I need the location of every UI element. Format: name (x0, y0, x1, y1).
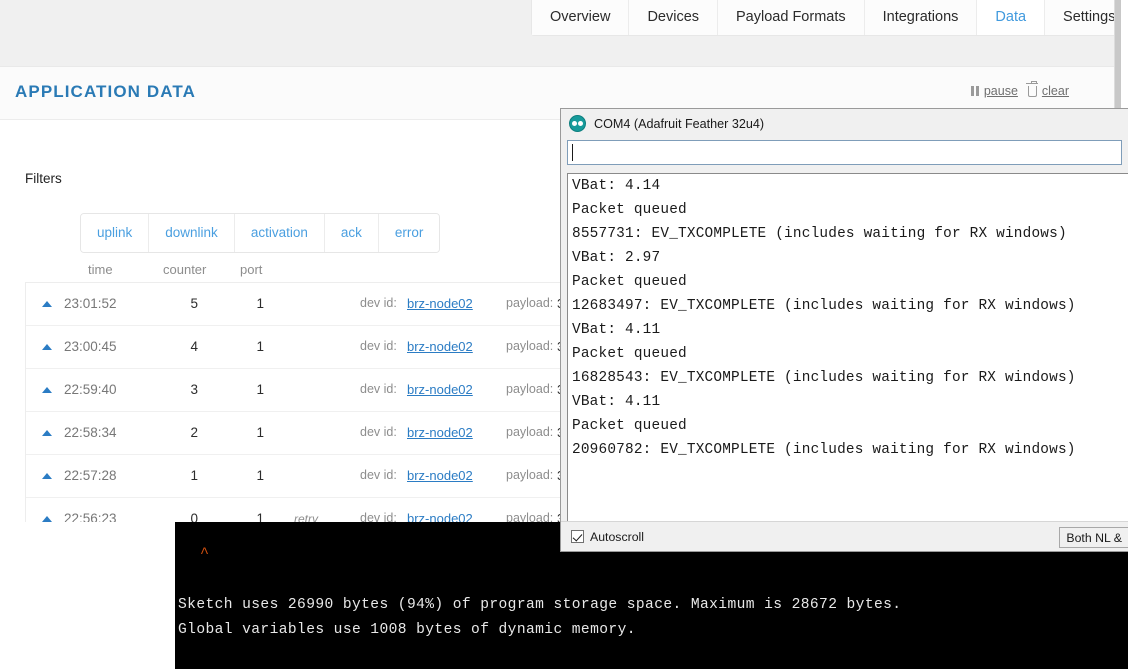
panel-actions: pause clear (970, 80, 1069, 98)
dev-id-label: dev id: (360, 468, 397, 482)
payload-label: payload: (506, 296, 554, 310)
serial-output-line: 8557731: EV_TXCOMPLETE (includes waiting… (572, 226, 1067, 242)
dev-id-label: dev id: (360, 425, 397, 439)
clear-button[interactable]: clear (1026, 80, 1069, 98)
line-ending-select[interactable]: Both NL & (1059, 527, 1128, 548)
filter-button-activation[interactable]: activation (233, 214, 324, 252)
expand-caret-icon[interactable] (42, 387, 52, 393)
filter-button-ack[interactable]: ack (323, 214, 378, 252)
column-header-time: time (88, 262, 113, 277)
nav-tab-integrations[interactable]: Integrations (863, 0, 977, 35)
serial-monitor-bottom-bar: Autoscroll Both NL & (561, 521, 1128, 551)
serial-output-line: Packet queued (572, 202, 687, 218)
filter-button-downlink[interactable]: downlink (148, 214, 234, 252)
cell-counter: 2 (190, 425, 198, 440)
pause-icon (970, 86, 979, 96)
nav-tab-overview[interactable]: Overview (532, 0, 629, 35)
filter-button-uplink[interactable]: uplink (81, 214, 149, 252)
cell-port: 1 (256, 511, 264, 522)
desktop-background (0, 522, 175, 669)
column-header-port: port (240, 262, 263, 277)
dev-id-label: dev id: (360, 511, 397, 522)
pause-link[interactable]: pause (984, 84, 1018, 98)
autoscroll-label: Autoscroll (590, 529, 644, 544)
cell-time: 22:59:40 (64, 382, 117, 397)
payload-label: payload: (506, 511, 554, 522)
expand-caret-icon[interactable] (42, 344, 52, 350)
nav-tab-devices[interactable]: Devices (628, 0, 718, 35)
compile-output-line-1: Sketch uses 26990 bytes (94%) of program… (178, 597, 902, 613)
serial-output-line: 12683497: EV_TXCOMPLETE (includes waitin… (572, 298, 1076, 314)
expand-caret-icon[interactable] (42, 430, 52, 436)
cell-time: 22:57:28 (64, 468, 117, 483)
text-cursor (572, 144, 573, 161)
clear-link[interactable]: clear (1042, 84, 1069, 98)
serial-output-area[interactable]: VBat: 4.14 Packet queued 8557731: EV_TXCOM… (567, 173, 1128, 522)
serial-output-line: 16828543: EV_TXCOMPLETE (includes waitin… (572, 370, 1076, 386)
payload-label: payload: (506, 468, 554, 482)
checkbox-box-icon[interactable] (571, 530, 584, 543)
nav-tab-payload-formats[interactable]: Payload Formats (717, 0, 864, 35)
serial-monitor-window[interactable]: COM4 (Adafruit Feather 32u4) VBat: 4.14 P… (560, 108, 1128, 552)
serial-input-row (561, 138, 1128, 168)
cell-counter: 5 (190, 296, 198, 311)
payload-label: payload: (506, 382, 554, 396)
payload-label: payload: (506, 339, 554, 353)
serial-output-line: Packet queued (572, 274, 687, 290)
cell-counter: 0 (190, 511, 198, 522)
dev-id-label: dev id: (360, 382, 397, 396)
trash-icon (1026, 80, 1039, 97)
filters-button-group: uplink downlink activation ack error (80, 213, 441, 253)
compile-output-line-2: Global variables use 1008 bytes of dynam… (178, 622, 636, 638)
dev-id-link[interactable]: brz-node02 (407, 296, 473, 311)
main-navigation: Overview Devices Payload Formats Integratio… (531, 0, 1121, 36)
cell-port: 1 (256, 425, 264, 440)
filter-button-error[interactable]: error (377, 214, 440, 252)
dev-id-link[interactable]: brz-node02 (407, 425, 473, 440)
cell-port: 1 (256, 468, 264, 483)
serial-output-line: VBat: 2.97 (572, 250, 661, 266)
serial-output-line: Packet queued (572, 346, 687, 362)
cell-counter: 4 (190, 339, 198, 354)
dev-id-link[interactable]: brz-node02 (407, 468, 473, 483)
cell-time: 22:56:23 (64, 511, 117, 522)
filters-label: Filters (25, 171, 62, 186)
serial-output-line: VBat: 4.11 (572, 322, 661, 338)
cell-time: 23:00:45 (64, 339, 117, 354)
arduino-logo-icon (569, 115, 586, 132)
screen-root: Overview Devices Payload Formats Integratio… (0, 0, 1128, 669)
column-header-counter: counter (163, 262, 207, 277)
serial-send-input[interactable] (567, 140, 1122, 165)
expand-caret-icon[interactable] (42, 301, 52, 307)
payload-label: payload: (506, 425, 554, 439)
dev-id-link[interactable]: brz-node02 (407, 382, 473, 397)
dev-id-label: dev id: (360, 339, 397, 353)
serial-monitor-titlebar[interactable]: COM4 (Adafruit Feather 32u4) (561, 109, 1128, 138)
cell-port: 1 (256, 339, 264, 354)
cell-port: 1 (256, 382, 264, 397)
cell-time: 23:01:52 (64, 296, 117, 311)
serial-monitor-title: COM4 (Adafruit Feather 32u4) (594, 116, 765, 131)
nav-tab-settings[interactable]: Settings (1044, 0, 1121, 35)
dev-id-link[interactable]: brz-node02 (407, 339, 473, 354)
error-caret-marker: ^ (200, 545, 210, 562)
cell-port: 1 (256, 296, 264, 311)
pause-button[interactable]: pause (970, 84, 1018, 98)
cell-retry: retry (294, 512, 318, 522)
cell-time: 22:58:34 (64, 425, 117, 440)
serial-output-line: Packet queued (572, 418, 687, 434)
dev-id-label: dev id: (360, 296, 397, 310)
cell-counter: 3 (190, 382, 198, 397)
autoscroll-checkbox[interactable]: Autoscroll (561, 530, 644, 544)
serial-output-line: 20960782: EV_TXCOMPLETE (includes waitin… (572, 442, 1076, 458)
expand-caret-icon[interactable] (42, 473, 52, 479)
dev-id-link[interactable]: brz-node02 (407, 511, 473, 522)
nav-tab-data[interactable]: Data (976, 0, 1045, 35)
cell-counter: 1 (190, 468, 198, 483)
page-title: APPLICATION DATA (15, 82, 196, 101)
serial-output-line: VBat: 4.14 (572, 178, 661, 194)
serial-output-line: VBat: 4.11 (572, 394, 661, 410)
